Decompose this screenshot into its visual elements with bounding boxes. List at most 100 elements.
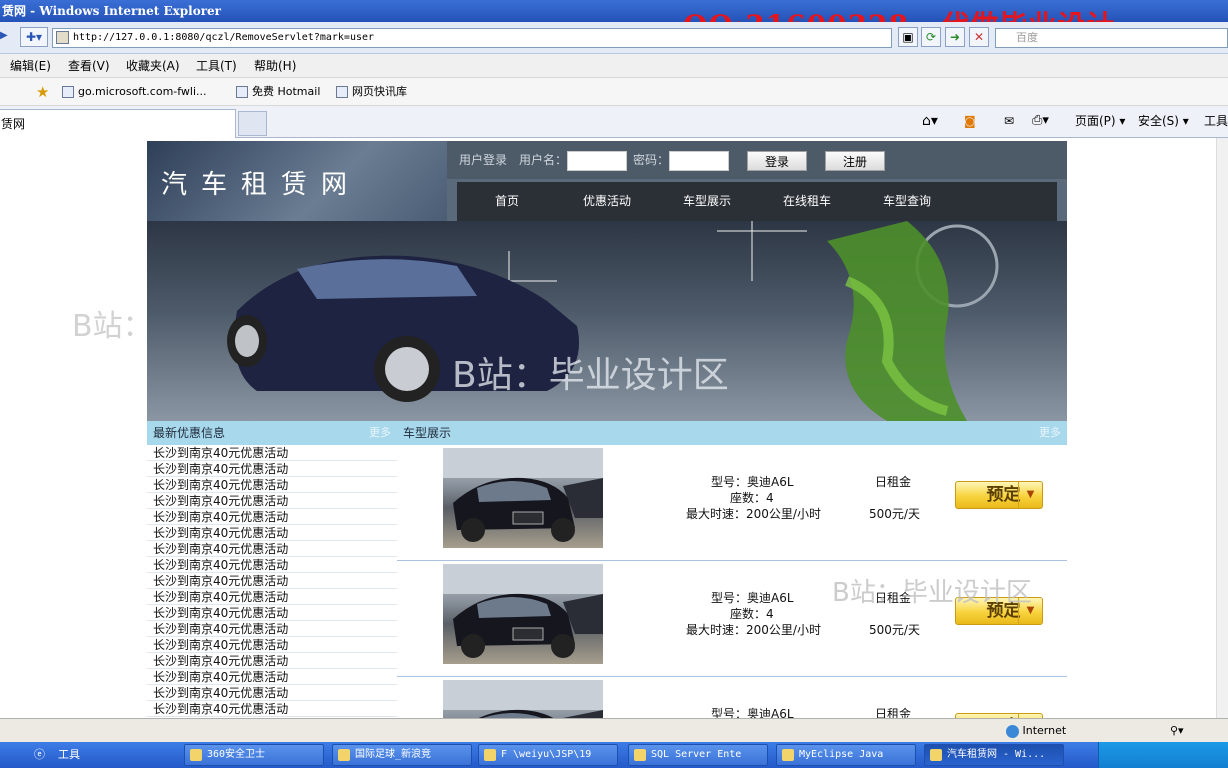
promo-item[interactable]: 长沙到南京40元优惠活动 xyxy=(147,509,397,525)
search-input[interactable]: 百度 xyxy=(995,28,1228,48)
car-seats: 座数：4 xyxy=(730,607,774,621)
taskbar-task[interactable]: 360安全卫士 xyxy=(184,744,324,766)
register-button[interactable]: 注册 xyxy=(825,151,885,171)
car-showcase-more-link[interactable]: 更多 xyxy=(1039,421,1061,445)
app-icon xyxy=(634,749,646,761)
rent-price: 500元/天 xyxy=(869,507,920,521)
promo-item[interactable]: 长沙到南京40元优惠活动 xyxy=(147,621,397,637)
page-menu[interactable]: 页面(P) ▾ xyxy=(1075,106,1125,136)
logo-area: 汽车租赁网 xyxy=(147,141,447,221)
car-photo[interactable] xyxy=(443,448,603,548)
app-icon xyxy=(338,749,350,761)
home-icon[interactable]: ⌂▾ xyxy=(922,106,938,136)
mail-icon[interactable]: ✉ xyxy=(1004,106,1014,136)
vertical-scrollbar[interactable] xyxy=(1216,138,1228,718)
taskbar-task[interactable]: 汽车租赁网 - Wi... xyxy=(924,744,1064,766)
tab-current[interactable]: 赁网 xyxy=(0,109,236,138)
car-showcase-header: 车型展示 更多 xyxy=(397,421,1067,445)
banner-watermark: B站：毕业设计区 xyxy=(452,355,729,396)
zoom-icon[interactable]: ⚲▾ xyxy=(1170,719,1184,743)
promo-item[interactable]: 长沙到南京40元优惠活动 xyxy=(147,701,397,717)
stop-icon[interactable]: ✕ xyxy=(969,27,989,47)
print-icon[interactable]: ⎙▾ xyxy=(1032,106,1049,136)
feeds-icon[interactable]: ◙ xyxy=(964,106,976,136)
ie-page-icon xyxy=(236,86,248,98)
promo-panel: 最新优惠信息 更多 长沙到南京40元优惠活动 长沙到南京40元优惠活动 长沙到南京4… xyxy=(147,421,397,718)
refresh-icon[interactable]: ⟳ xyxy=(921,27,941,47)
password-input[interactable] xyxy=(669,151,729,171)
status-bar: Internet ⚲▾ xyxy=(0,718,1228,742)
promo-header: 最新优惠信息 更多 xyxy=(147,421,397,445)
compat-view-icon[interactable]: ▣ xyxy=(898,27,918,47)
promo-item[interactable]: 长沙到南京40元优惠活动 xyxy=(147,589,397,605)
menu-view[interactable]: 查看(V) xyxy=(68,54,110,78)
nav-car-showcase[interactable]: 车型展示 xyxy=(657,182,757,221)
login-button[interactable]: 登录 xyxy=(747,151,807,171)
taskbar-task[interactable]: F \weiyu\JSP\19 xyxy=(478,744,618,766)
menu-edit[interactable]: 编辑(E) xyxy=(10,54,51,78)
car-card: 型号：奥迪A6L座数：4最大时速：200公里/小时日租金500元/天预定▼ xyxy=(397,677,1067,718)
new-tab-button[interactable] xyxy=(238,111,267,136)
promo-item[interactable]: 长沙到南京40元优惠活动 xyxy=(147,525,397,541)
system-tray[interactable] xyxy=(1098,742,1228,768)
tools-menu[interactable]: 工具 xyxy=(1204,106,1228,136)
login-bar: 用户登录 用户名： 密码： 登录 注册 xyxy=(447,141,1067,179)
car-photo[interactable] xyxy=(443,564,603,664)
promo-item[interactable]: 长沙到南京40元优惠活动 xyxy=(147,573,397,589)
favorite-link-webslice[interactable]: 网页快讯库 xyxy=(336,78,407,106)
car-model: 型号：奥迪A6L xyxy=(711,591,794,605)
url-field[interactable]: http://127.0.0.1:8080/qczl/RemoveServlet… xyxy=(52,28,892,48)
promo-item[interactable]: 长沙到南京40元优惠活动 xyxy=(147,669,397,685)
car-card: 型号：奥迪A6L座数：4最大时速：200公里/小时日租金500元/天预定▼ xyxy=(397,445,1067,561)
favorite-link-microsoft[interactable]: go.microsoft.com-fwli... xyxy=(62,78,207,106)
promo-item[interactable]: 长沙到南京40元优惠活动 xyxy=(147,653,397,669)
rent-label: 日租金 xyxy=(875,707,912,718)
rent-label: 日租金 xyxy=(875,475,912,489)
promo-item[interactable]: 长沙到南京40元优惠活动 xyxy=(147,637,397,653)
taskbar-task[interactable]: 国际足球_新浪竞 xyxy=(332,744,472,766)
promo-item[interactable]: 长沙到南京40元优惠活动 xyxy=(147,493,397,509)
search-placeholder: 百度 xyxy=(1016,31,1038,44)
promo-item[interactable]: 长沙到南京40元优惠活动 xyxy=(147,461,397,477)
taskbar-task[interactable]: SQL Server Ente xyxy=(628,744,768,766)
app-icon xyxy=(782,749,794,761)
car-model: 型号：奥迪A6L xyxy=(711,707,794,718)
car-photo[interactable] xyxy=(443,680,603,718)
car-max-speed: 最大时速：200公里/小时 xyxy=(686,507,821,521)
nav-promotions[interactable]: 优惠活动 xyxy=(557,182,657,221)
quicklaunch-tools[interactable]: 工具 xyxy=(58,742,80,768)
car-rental-site: 汽车租赁网 用户登录 用户名： 密码： 登录 注册 首页 优惠活动 车型展示 在… xyxy=(147,141,1067,718)
login-label: 用户登录 xyxy=(459,153,508,167)
promo-item[interactable]: 长沙到南京40元优惠活动 xyxy=(147,541,397,557)
promo-item[interactable]: 长沙到南京40元优惠活动 xyxy=(147,557,397,573)
car-max-speed: 最大时速：200公里/小时 xyxy=(686,623,821,637)
promo-item[interactable]: 长沙到南京40元优惠活动 xyxy=(147,685,397,701)
ie-quicklaunch-icon[interactable]: ⓔ xyxy=(34,742,45,768)
go-icon[interactable]: ➜ xyxy=(945,27,965,47)
promo-item[interactable]: 长沙到南京40元优惠活动 xyxy=(147,445,397,461)
back-arrow-icon[interactable]: ▶ xyxy=(0,30,12,44)
menu-favorites[interactable]: 收藏夹(A) xyxy=(126,54,180,78)
app-icon xyxy=(484,749,496,761)
add-favorite-button[interactable]: ✚▾ xyxy=(20,27,48,47)
menu-tools[interactable]: 工具(T) xyxy=(196,54,237,78)
username-input[interactable] xyxy=(567,151,627,171)
menu-help[interactable]: 帮助(H) xyxy=(254,54,296,78)
nav-car-search[interactable]: 车型查询 xyxy=(857,182,957,221)
hero-banner: B站：毕业设计区 xyxy=(147,221,1067,421)
taskbar-task[interactable]: MyEclipse Java xyxy=(776,744,916,766)
promo-item[interactable]: 长沙到南京40元优惠活动 xyxy=(147,477,397,493)
safety-menu[interactable]: 安全(S) ▾ xyxy=(1138,106,1189,136)
promo-item[interactable]: 长沙到南京40元优惠活动 xyxy=(147,605,397,621)
dropdown-arrow-icon[interactable]: ▼ xyxy=(1018,482,1042,508)
favorites-star-icon[interactable]: ★ xyxy=(36,78,49,106)
book-button[interactable]: 预定▼ xyxy=(955,481,1043,509)
favorites-bar: ★ go.microsoft.com-fwli... 免费 Hotmail 网页… xyxy=(0,78,1228,106)
car-showcase-panel: 车型展示 更多 型号：奥迪A6L 座数：4 最大时速：200公里/小时 日租金 500元… xyxy=(397,421,1067,718)
favorite-link-hotmail[interactable]: 免费 Hotmail xyxy=(236,78,320,106)
nav-online-rental[interactable]: 在线租车 xyxy=(757,182,857,221)
nav-home[interactable]: 首页 xyxy=(457,182,557,221)
left-watermark: B站： xyxy=(72,309,153,344)
car-model: 型号：奥迪A6L xyxy=(711,475,794,489)
promo-more-link[interactable]: 更多 xyxy=(369,421,391,445)
